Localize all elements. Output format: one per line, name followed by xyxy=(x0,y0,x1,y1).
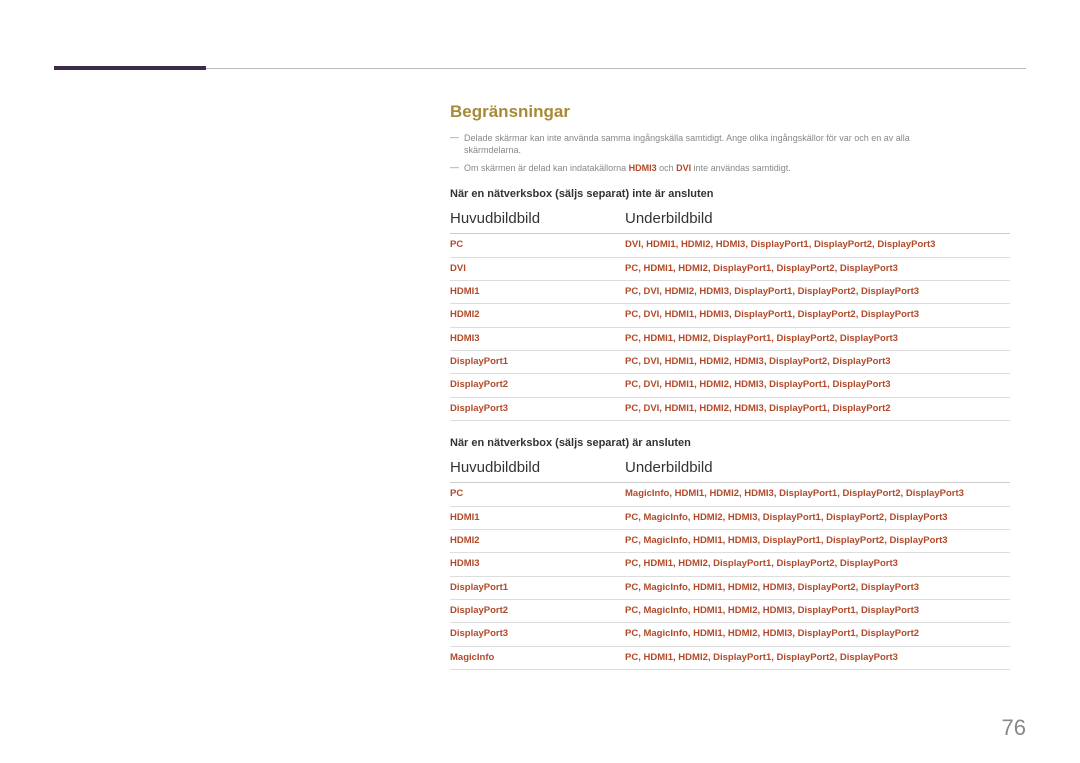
table-row: DisplayPort2PC, MagicInfo, HDMI1, HDMI2,… xyxy=(450,599,1010,622)
cell-main: PC xyxy=(450,483,625,506)
cell-sub: PC, HDMI1, HDMI2, DisplayPort1, DisplayP… xyxy=(625,257,1010,280)
table-row: HDMI1PC, DVI, HDMI2, HDMI3, DisplayPort1… xyxy=(450,281,1010,304)
table-row: HDMI3PC, HDMI1, HDMI2, DisplayPort1, Dis… xyxy=(450,553,1010,576)
table-row: DisplayPort1PC, DVI, HDMI1, HDMI2, HDMI3… xyxy=(450,351,1010,374)
note-1: Delade skärmar kan inte använda samma in… xyxy=(450,132,1010,156)
cell-sub: PC, DVI, HDMI1, HDMI2, HDMI3, DisplayPor… xyxy=(625,397,1010,420)
notes-list: Delade skärmar kan inte använda samma in… xyxy=(450,132,1010,174)
note-2-hdmi3: HDMI3 xyxy=(629,163,657,173)
table-row: HDMI3PC, HDMI1, HDMI2, DisplayPort1, Dis… xyxy=(450,327,1010,350)
cell-sub: PC, MagicInfo, HDMI1, HDMI3, DisplayPort… xyxy=(625,529,1010,552)
table2-header-sub: Underbildbild xyxy=(625,451,1010,483)
cell-sub: PC, HDMI1, HDMI2, DisplayPort1, DisplayP… xyxy=(625,553,1010,576)
table-row: DVIPC, HDMI1, HDMI2, DisplayPort1, Displ… xyxy=(450,257,1010,280)
cell-main: HDMI2 xyxy=(450,529,625,552)
note-2: Om skärmen är delad kan indatakällorna H… xyxy=(450,162,1010,174)
cell-sub: PC, HDMI1, HDMI2, DisplayPort1, DisplayP… xyxy=(625,646,1010,669)
cell-sub: PC, DVI, HDMI2, HDMI3, DisplayPort1, Dis… xyxy=(625,281,1010,304)
note-1-line-2: skärmdelarna. xyxy=(464,145,521,155)
table1: Huvudbildbild Underbildbild PCDVI, HDMI1… xyxy=(450,202,1010,421)
cell-main: MagicInfo xyxy=(450,646,625,669)
table-row: DisplayPort3PC, DVI, HDMI1, HDMI2, HDMI3… xyxy=(450,397,1010,420)
cell-sub: PC, MagicInfo, HDMI2, HDMI3, DisplayPort… xyxy=(625,506,1010,529)
cell-main: DisplayPort2 xyxy=(450,374,625,397)
table-row: DisplayPort3PC, MagicInfo, HDMI1, HDMI2,… xyxy=(450,623,1010,646)
table-row: PCMagicInfo, HDMI1, HDMI2, HDMI3, Displa… xyxy=(450,483,1010,506)
cell-main: HDMI1 xyxy=(450,506,625,529)
table2-header-main: Huvudbildbild xyxy=(450,451,625,483)
header-accent xyxy=(54,66,206,70)
note-1-line-1: Delade skärmar kan inte använda samma in… xyxy=(464,133,910,143)
cell-sub: PC, DVI, HDMI1, HDMI3, DisplayPort1, Dis… xyxy=(625,304,1010,327)
cell-sub: PC, MagicInfo, HDMI1, HDMI2, HDMI3, Disp… xyxy=(625,576,1010,599)
cell-main: DVI xyxy=(450,257,625,280)
cell-main: DisplayPort2 xyxy=(450,599,625,622)
table1-header-main: Huvudbildbild xyxy=(450,202,625,234)
table-row: HDMI1PC, MagicInfo, HDMI2, HDMI3, Displa… xyxy=(450,506,1010,529)
table2: Huvudbildbild Underbildbild PCMagicInfo,… xyxy=(450,451,1010,670)
table2-title: När en nätverksbox (säljs separat) är an… xyxy=(450,437,1010,449)
cell-main: HDMI3 xyxy=(450,327,625,350)
cell-sub: PC, HDMI1, HDMI2, DisplayPort1, DisplayP… xyxy=(625,327,1010,350)
cell-sub: PC, MagicInfo, HDMI1, HDMI2, HDMI3, Disp… xyxy=(625,623,1010,646)
cell-sub: PC, DVI, HDMI1, HDMI2, HDMI3, DisplayPor… xyxy=(625,351,1010,374)
table-row: HDMI2PC, DVI, HDMI1, HDMI3, DisplayPort1… xyxy=(450,304,1010,327)
table-row: HDMI2PC, MagicInfo, HDMI1, HDMI3, Displa… xyxy=(450,529,1010,552)
table1-header-sub: Underbildbild xyxy=(625,202,1010,234)
cell-sub: MagicInfo, HDMI1, HDMI2, HDMI3, DisplayP… xyxy=(625,483,1010,506)
note-2-dvi: DVI xyxy=(676,163,691,173)
note-2-part-c: inte användas samtidigt. xyxy=(691,163,791,173)
table1-title: När en nätverksbox (säljs separat) inte … xyxy=(450,188,1010,200)
note-2-part-a: Om skärmen är delad kan indatakällorna xyxy=(464,163,629,173)
table-row: DisplayPort1PC, MagicInfo, HDMI1, HDMI2,… xyxy=(450,576,1010,599)
cell-sub: PC, DVI, HDMI1, HDMI2, HDMI3, DisplayPor… xyxy=(625,374,1010,397)
cell-main: DisplayPort1 xyxy=(450,351,625,374)
cell-main: HDMI3 xyxy=(450,553,625,576)
cell-sub: DVI, HDMI1, HDMI2, HDMI3, DisplayPort1, … xyxy=(625,234,1010,257)
cell-main: PC xyxy=(450,234,625,257)
table-row: PCDVI, HDMI1, HDMI2, HDMI3, DisplayPort1… xyxy=(450,234,1010,257)
cell-main: HDMI1 xyxy=(450,281,625,304)
note-2-part-b: och xyxy=(657,163,677,173)
cell-main: DisplayPort3 xyxy=(450,397,625,420)
section-title: Begränsningar xyxy=(450,102,1010,122)
table-row: MagicInfoPC, HDMI1, HDMI2, DisplayPort1,… xyxy=(450,646,1010,669)
table-row: DisplayPort2PC, DVI, HDMI1, HDMI2, HDMI3… xyxy=(450,374,1010,397)
cell-main: DisplayPort1 xyxy=(450,576,625,599)
cell-main: HDMI2 xyxy=(450,304,625,327)
cell-sub: PC, MagicInfo, HDMI1, HDMI2, HDMI3, Disp… xyxy=(625,599,1010,622)
cell-main: DisplayPort3 xyxy=(450,623,625,646)
page-number: 76 xyxy=(1002,715,1026,741)
main-content: Begränsningar Delade skärmar kan inte an… xyxy=(450,102,1010,686)
